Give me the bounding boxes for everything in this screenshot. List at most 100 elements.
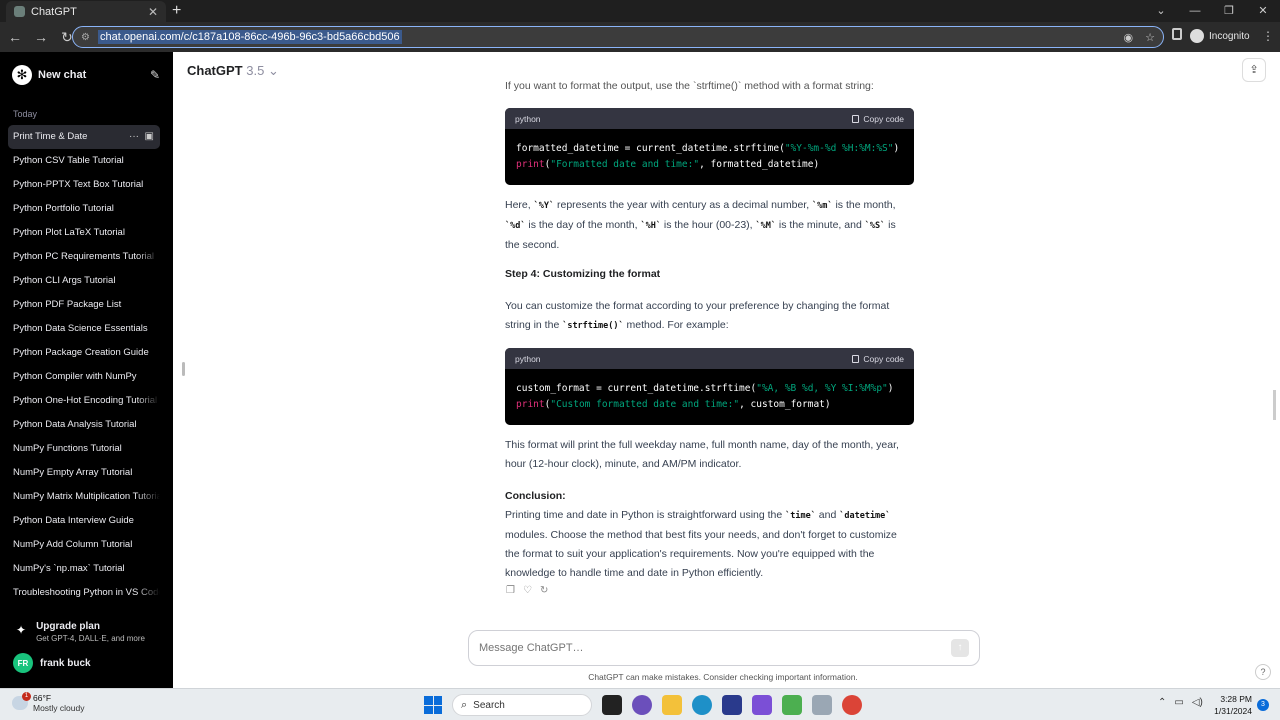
conclusion-heading: Conclusion: [505,490,566,502]
history-item[interactable]: Python CLI Args Tutorial [8,269,160,293]
help-icon[interactable]: ? [1255,664,1271,680]
history-item[interactable]: NumPy Add Column Tutorial [8,533,160,557]
thumbs-down-icon[interactable]: ♡ [523,585,532,596]
copy-code-button[interactable]: Copy code [852,354,904,364]
upgrade-subtitle: Get GPT-4, DALL·E, and more [36,634,145,643]
history-item[interactable]: NumPy Matrix Multiplication Tutorial [8,485,160,509]
copy-code-button[interactable]: Copy code [852,114,904,124]
volume-icon[interactable]: ◁) [1192,697,1203,708]
message-actions: ❐ ♡ ↻ [506,585,548,596]
app-icon[interactable] [752,695,772,715]
browser-toolbar: ← → ↻ ⚙ chat.openai.com/c/c187a108-86cc-… [0,22,1280,52]
tab-search-icon[interactable]: ⌄ [1144,0,1178,22]
bookmark-star-icon[interactable]: ☆ [1145,31,1155,44]
code-block: python Copy code formatted_datetime = cu… [505,108,914,185]
back-icon[interactable]: ← [4,29,26,45]
history-item[interactable]: Troubleshooting Python in VS Code [8,581,160,605]
history-item[interactable]: Python Data Interview Guide [8,509,160,533]
compose-icon[interactable]: ✎ [150,68,160,82]
history-item-active[interactable]: Print Time & Date ··· ▣ [8,125,160,149]
edge-browser-icon[interactable] [692,695,712,715]
chrome-icon[interactable] [842,695,862,715]
clipboard-icon [852,114,860,123]
history-item[interactable]: Python One-Hot Encoding Tutorial [8,389,160,413]
upgrade-plan-button[interactable]: ✦ Upgrade plan Get GPT-4, DALL·E, and mo… [12,621,145,643]
incognito-badge[interactable]: Incognito [1190,29,1250,43]
new-chat-button[interactable]: ✻ New chat ✎ [12,64,160,86]
partially-hidden-text: If you want to format the output, use th… [505,80,874,92]
code-body: custom_format = current_datetime.strftim… [516,383,894,410]
incognito-eye-icon[interactable]: ◉ [1124,31,1134,44]
paragraph-format-result: This format will print the full weekday … [505,439,899,470]
history-item[interactable]: NumPy Empty Array Tutorial [8,461,160,485]
minimize-icon[interactable]: — [1178,0,1212,22]
history-item[interactable]: Python Data Science Essentials [8,317,160,341]
window-controls: ⌄ — ❐ ✕ [1144,0,1280,22]
tab-title: ChatGPT [31,5,77,18]
send-button[interactable]: ↑ [951,639,969,657]
browser-tab[interactable]: ChatGPT ✕ [6,1,166,22]
history-item[interactable]: Python Portfolio Tutorial [8,197,160,221]
file-explorer-icon[interactable] [662,695,682,715]
openai-logo-icon: ✻ [12,65,32,85]
chatgpt-favicon-icon [14,6,25,17]
weather-widget[interactable]: 1 66°F Mostly cloudy [12,692,85,713]
browser-menu-icon[interactable]: ⋮ [1262,29,1274,43]
side-panel-icon[interactable] [1172,28,1182,40]
history-item[interactable]: Python Compiler with NumPy [8,365,160,389]
notification-count[interactable]: 3 [1257,699,1269,711]
history-item[interactable]: Python Package Creation Guide [8,341,160,365]
taskbar-search[interactable]: ⌕ Search [452,694,592,716]
weather-description: Mostly cloudy [33,703,85,713]
code-language: python [515,353,541,364]
history-item[interactable]: Python PDF Package List [8,293,160,317]
model-selector[interactable]: ChatGPT 3.5 ⌄ [187,63,279,79]
message-input[interactable] [479,642,951,654]
regenerate-icon[interactable]: ↻ [540,585,548,596]
task-view-icon[interactable] [602,695,622,715]
history-item[interactable]: Python Plot LaTeX Tutorial [8,221,160,245]
incognito-label: Incognito [1209,30,1250,42]
chevron-down-icon: ⌄ [267,63,279,78]
store-icon[interactable] [722,695,742,715]
user-name: frank buck [40,657,91,669]
url-text[interactable]: chat.openai.com/c/c187a108-86cc-496b-96c… [97,30,402,44]
history-item[interactable]: NumPy's `np.max` Tutorial [8,557,160,581]
code-header: python Copy code [505,348,914,369]
history-item[interactable]: Python Data Analysis Tutorial [8,413,160,437]
sidebar-toggle-handle[interactable] [182,362,185,376]
history-item[interactable]: Python CSV Table Tutorial [8,149,160,173]
photos-icon[interactable] [812,695,832,715]
network-icon[interactable]: ▭ [1174,697,1183,708]
chevron-up-icon[interactable]: ⌃ [1158,697,1166,708]
history-item[interactable]: Python-PPTX Text Box Tutorial [8,173,160,197]
new-tab-icon[interactable]: + [172,2,181,20]
more-options-icon[interactable]: ··· [129,131,139,142]
share-icon[interactable]: ⇪ [1242,58,1266,82]
chat-app-icon[interactable] [632,695,652,715]
new-chat-label: New chat [38,69,87,81]
copy-icon[interactable]: ❐ [506,585,515,596]
history-item[interactable]: Python PC Requirements Tutorial [8,245,160,269]
user-menu[interactable]: FR frank buck [13,653,91,673]
close-window-icon[interactable]: ✕ [1246,0,1280,22]
scrollbar[interactable] [1273,390,1276,420]
message-composer: ↑ [468,630,980,666]
windows-start-icon[interactable] [424,696,442,714]
close-tab-icon[interactable]: ✕ [148,5,158,19]
archive-icon[interactable]: ▣ [145,131,154,142]
disclaimer: ChatGPT can make mistakes. Consider chec… [588,672,858,682]
notepad-icon[interactable] [782,695,802,715]
history-item[interactable]: NumPy Functions Tutorial [8,437,160,461]
paragraph-customize: You can customize the format according t… [505,300,890,331]
system-tray: ⌃ ▭ ◁) [1158,697,1203,708]
forward-icon[interactable]: → [30,29,52,45]
address-bar[interactable]: ⚙ chat.openai.com/c/c187a108-86cc-496b-9… [72,26,1164,48]
cloud-icon: 1 [12,692,31,710]
system-clock[interactable]: 3:28 PM 1/31/2024 [1212,693,1252,717]
paragraph-conclusion: Printing time and date in Python is stra… [505,509,897,579]
paragraph-format-codes: Here, `%Y` represents the year with cent… [505,199,896,251]
taskbar-apps: ⌕ Search [424,694,862,716]
site-info-icon[interactable]: ⚙ [81,32,90,43]
maximize-icon[interactable]: ❐ [1212,0,1246,22]
